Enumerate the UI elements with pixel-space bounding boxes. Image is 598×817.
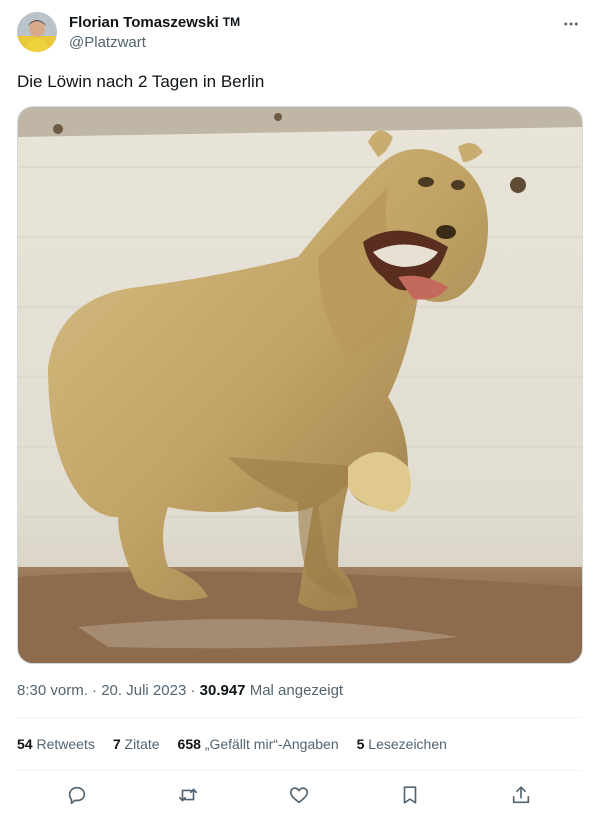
more-icon[interactable] (561, 14, 581, 34)
views-label: Mal angezeigt (249, 682, 344, 699)
display-name[interactable]: Florian Tomaszewski (69, 14, 219, 31)
tweet-detail: Florian Tomaszewski TM @Platzwart Die Lö… (0, 0, 598, 817)
retweets-label: Retweets (36, 736, 95, 752)
likes-label: „Gefällt mir“-Angaben (204, 736, 339, 752)
likes-stat[interactable]: 658 „Gefällt mir“-Angaben (178, 736, 339, 752)
meta-separator: · (92, 682, 102, 699)
bookmarks-count: 5 (356, 736, 365, 752)
retweets-count: 54 (17, 736, 33, 752)
tweet-header: Florian Tomaszewski TM @Platzwart (17, 12, 581, 56)
reply-icon[interactable] (65, 783, 89, 807)
display-name-badge: TM (222, 15, 241, 29)
tweet-stats: 54 Retweets 7 Zitate 658 „Gefällt mir“-A… (17, 736, 447, 752)
bookmarks-stat[interactable]: 5 Lesezeichen (357, 736, 447, 752)
meta-separator: · (190, 682, 200, 699)
tweet-date[interactable]: 20. Juli 2023 (101, 682, 186, 699)
retweets-stat[interactable]: 54 Retweets (17, 736, 95, 752)
likes-count: 658 (177, 736, 201, 752)
author-names: Florian Tomaszewski TM @Platzwart (69, 12, 241, 52)
tweet-photo[interactable] (17, 106, 583, 664)
quotes-label: Zitate (124, 736, 160, 752)
divider (17, 717, 581, 718)
tweet-meta: 8:30 vorm. · 20. Juli 2023 · 30.947 Mal … (17, 682, 343, 699)
bookmark-icon[interactable] (398, 783, 422, 807)
share-icon[interactable] (509, 783, 533, 807)
tweet-text: Die Löwin nach 2 Tagen in Berlin (17, 72, 265, 91)
views-count: 30.947 (199, 682, 246, 699)
quotes-stat[interactable]: 7 Zitate (113, 736, 160, 752)
retweet-icon[interactable] (176, 783, 200, 807)
divider (17, 770, 581, 771)
avatar[interactable] (17, 12, 57, 52)
heart-icon[interactable] (287, 783, 311, 807)
tweet-time[interactable]: 8:30 vorm. (17, 682, 88, 699)
tweet-actions (17, 783, 581, 807)
quotes-count: 7 (112, 736, 121, 752)
bookmarks-label: Lesezeichen (368, 736, 447, 752)
user-handle[interactable]: @Platzwart (69, 34, 240, 51)
